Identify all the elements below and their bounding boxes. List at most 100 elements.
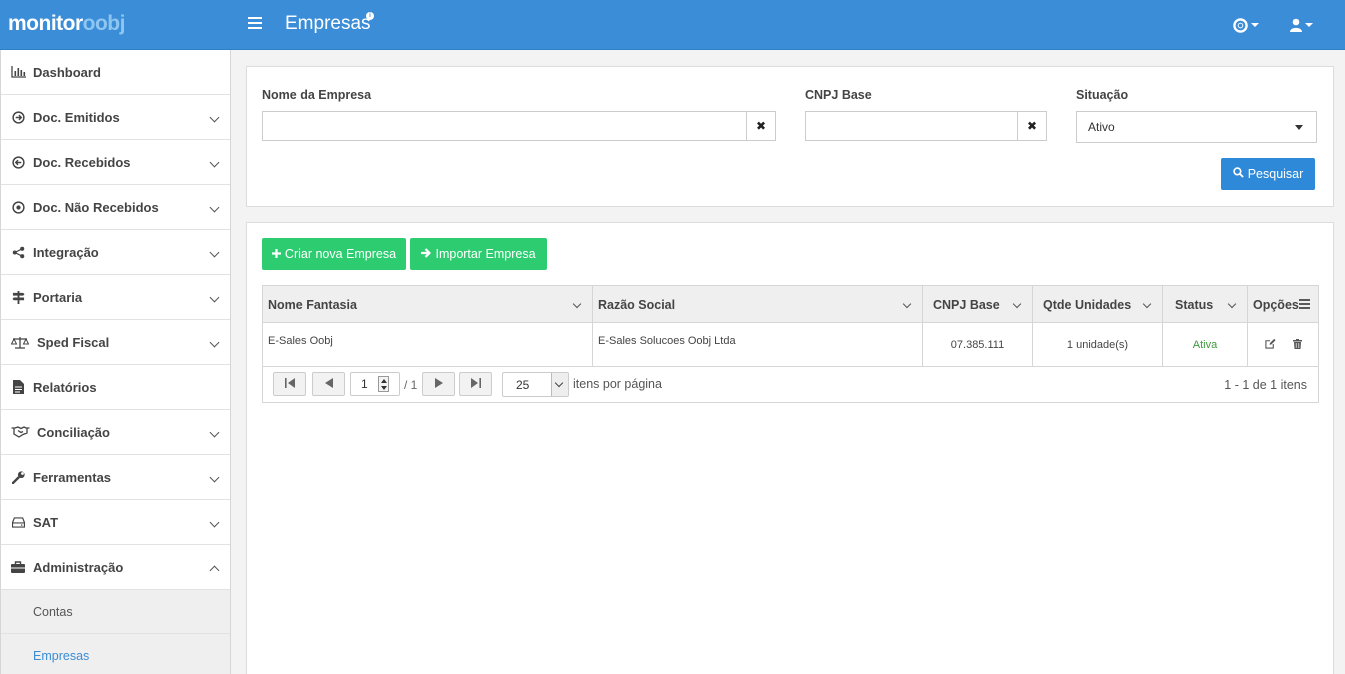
- sidebar-item-relatorios[interactable]: Relatórios: [1, 365, 230, 410]
- search-button[interactable]: Pesquisar: [1221, 158, 1315, 190]
- hdd-icon: [10, 516, 26, 528]
- sidebar-subitem-contas[interactable]: Contas: [1, 590, 230, 634]
- cell-nome-fantasia: E-Sales Oobj: [263, 323, 593, 367]
- handshake-icon: [10, 426, 30, 438]
- sidebar: Dashboard Doc. Emitidos Doc. Recebidos D…: [0, 50, 231, 674]
- sidebar-item-doc-nao-recebidos[interactable]: Doc. Não Recebidos: [1, 185, 230, 230]
- arrow-circle-left-icon: [10, 155, 26, 169]
- chevron-up-icon: [209, 565, 220, 576]
- items-range-label: 1 - 1 de 1 itens: [1224, 378, 1307, 392]
- sidebar-item-ferramentas[interactable]: Ferramentas: [1, 455, 230, 500]
- total-pages-label: / 1: [404, 378, 418, 392]
- chevron-down-icon: [209, 292, 220, 303]
- cnpj-input[interactable]: [805, 111, 1017, 141]
- chevron-down-icon: [209, 337, 220, 348]
- chevron-down-icon: [209, 427, 220, 438]
- column-header-nome-fantasia[interactable]: Nome Fantasia: [263, 286, 593, 323]
- page-size-label: itens por página: [573, 377, 662, 391]
- cell-qtde-unidades: 1 unidade(s): [1033, 323, 1163, 367]
- company-name-label: Nome da Empresa: [262, 88, 372, 102]
- info-icon[interactable]: i: [366, 12, 374, 20]
- top-navbar: monitoroobj Empresas i: [0, 0, 1345, 50]
- sidebar-item-administracao[interactable]: Administração: [1, 545, 230, 590]
- bar-chart-icon: [10, 66, 26, 78]
- clear-company-name-button[interactable]: ✖: [746, 111, 776, 141]
- briefcase-icon: [10, 561, 26, 573]
- sidebar-item-portaria[interactable]: Portaria: [1, 275, 230, 320]
- column-header-razao-social[interactable]: Razão Social: [593, 286, 923, 323]
- company-name-input[interactable]: [262, 111, 746, 141]
- sidebar-subitem-empresas[interactable]: Empresas: [1, 634, 230, 674]
- user-menu-button[interactable]: [1290, 15, 1313, 35]
- trash-icon[interactable]: [1292, 338, 1302, 352]
- status-label: Situação: [1076, 88, 1129, 102]
- column-header-opcoes[interactable]: Opções: [1248, 286, 1318, 323]
- file-text-icon: [10, 380, 26, 394]
- chevron-down-icon: [551, 373, 568, 396]
- menu-toggle-icon[interactable]: [248, 17, 262, 29]
- help-menu-button[interactable]: [1233, 15, 1259, 35]
- cell-status: Ativa: [1163, 323, 1248, 367]
- balance-scale-icon: [10, 336, 30, 349]
- cell-razao-social: E-Sales Solucoes Oobj Ltda: [593, 323, 923, 367]
- page-number-input[interactable]: 1: [350, 372, 400, 396]
- lifebuoy-icon: [1233, 17, 1248, 33]
- share-icon: [10, 246, 26, 259]
- column-menu-icon[interactable]: [1299, 298, 1310, 312]
- prev-page-button[interactable]: [312, 372, 345, 396]
- cell-options: [1248, 323, 1318, 367]
- chevron-down-icon: [1012, 299, 1022, 309]
- chevron-down-icon: [209, 112, 220, 123]
- companies-table: Nome Fantasia Razão Social CNPJ Base Qtd…: [262, 285, 1319, 403]
- chevron-down-icon: [209, 472, 220, 483]
- chevron-down-icon: [902, 299, 912, 309]
- chevron-down-icon: [1251, 23, 1259, 27]
- sidebar-item-doc-emitidos[interactable]: Doc. Emitidos: [1, 95, 230, 140]
- import-company-button[interactable]: Importar Empresa: [410, 238, 547, 270]
- chevron-down-icon: [1227, 299, 1237, 309]
- company-name-group: ✖: [262, 111, 776, 141]
- chevron-down-icon: [1142, 299, 1152, 309]
- close-icon: ✖: [1026, 119, 1038, 133]
- dot-circle-icon: [10, 200, 26, 214]
- plus-icon: [271, 247, 281, 261]
- sidebar-item-dashboard[interactable]: Dashboard: [1, 50, 230, 95]
- cell-cnpj-base: 07.385.111: [923, 323, 1033, 367]
- column-header-cnpj-base[interactable]: CNPJ Base: [923, 286, 1033, 323]
- next-page-button[interactable]: [422, 372, 455, 396]
- chevron-down-icon: [209, 517, 220, 528]
- sidebar-item-sped-fiscal[interactable]: Sped Fiscal: [1, 320, 230, 365]
- sidebar-item-integracao[interactable]: Integração: [1, 230, 230, 275]
- cnpj-label: CNPJ Base: [805, 88, 872, 102]
- last-page-icon: [470, 377, 481, 391]
- pagination-bar: 1 / 1 25 itens por página 1 - 1 de 1 ite…: [263, 367, 1318, 402]
- page-spinner-icon[interactable]: [378, 376, 389, 392]
- app-logo[interactable]: monitoroobj: [8, 12, 125, 36]
- chevron-down-icon: [209, 157, 220, 168]
- first-page-icon: [284, 377, 295, 391]
- sidebar-item-doc-recebidos[interactable]: Doc. Recebidos: [1, 140, 230, 185]
- arrow-circle-right-icon: [10, 110, 26, 124]
- clear-cnpj-button[interactable]: ✖: [1017, 111, 1047, 141]
- close-icon: ✖: [755, 119, 767, 133]
- table-row[interactable]: E-Sales Oobj E-Sales Solucoes Oobj Ltda …: [263, 323, 1318, 367]
- prev-page-icon: [324, 377, 333, 391]
- arrow-right-icon: [421, 247, 432, 261]
- edit-icon[interactable]: [1264, 338, 1276, 352]
- sidebar-item-conciliacao[interactable]: Conciliação: [1, 410, 230, 455]
- page-title: Empresas: [285, 13, 371, 34]
- sidebar-item-sat[interactable]: SAT: [1, 500, 230, 545]
- first-page-button[interactable]: [273, 372, 306, 396]
- status-select[interactable]: Ativo: [1076, 111, 1317, 143]
- chevron-down-icon: [209, 247, 220, 258]
- user-icon: [1290, 18, 1302, 32]
- signpost-icon: [10, 290, 26, 304]
- wrench-icon: [10, 470, 26, 484]
- create-company-button[interactable]: Criar nova Empresa: [262, 238, 406, 270]
- last-page-button[interactable]: [459, 372, 492, 396]
- chevron-down-icon: [572, 299, 582, 309]
- page-size-select[interactable]: 25: [502, 372, 569, 397]
- caret-down-icon: [1295, 125, 1303, 130]
- column-header-status[interactable]: Status: [1163, 286, 1248, 323]
- column-header-qtde-unidades[interactable]: Qtde Unidades: [1033, 286, 1163, 323]
